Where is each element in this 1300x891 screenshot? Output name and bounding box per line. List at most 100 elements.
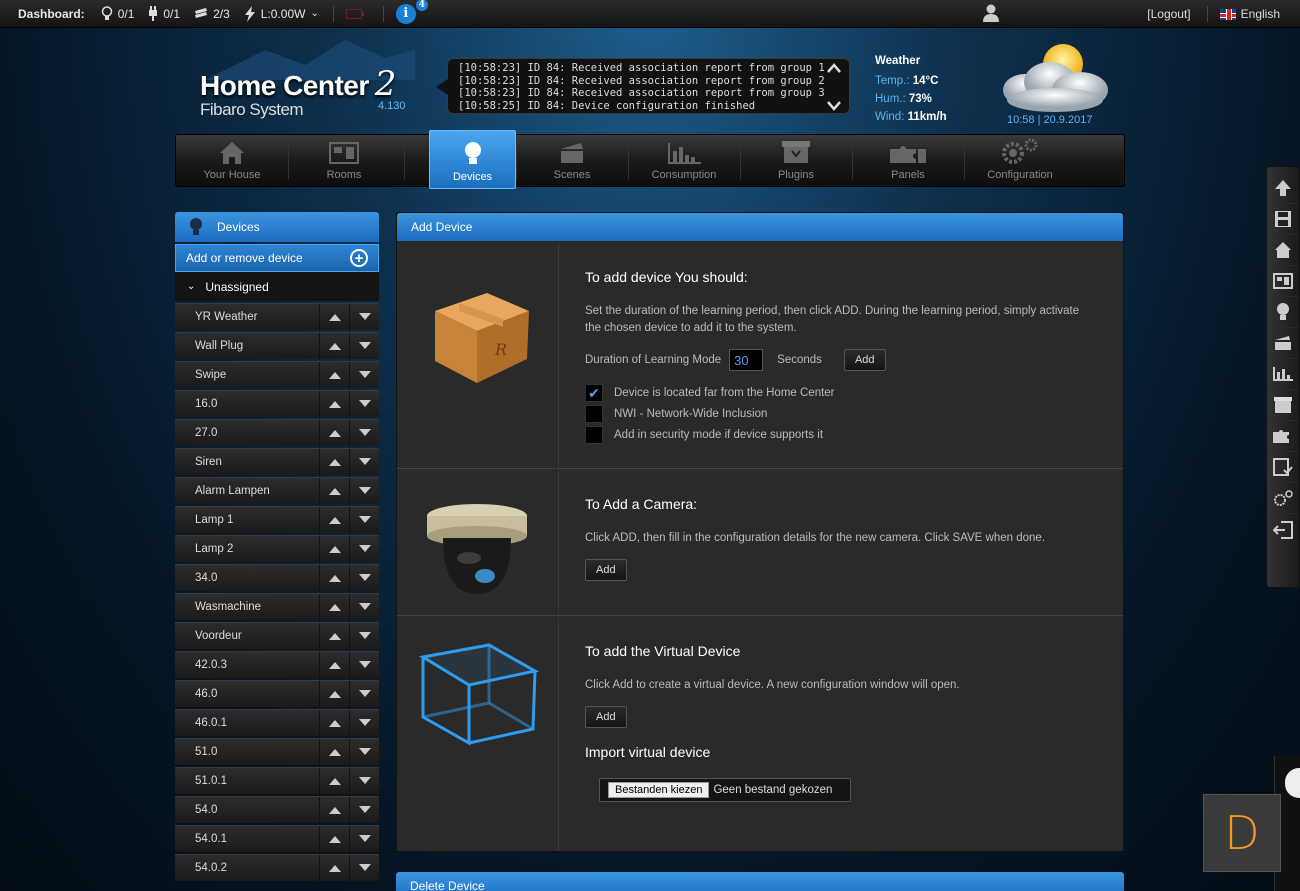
tab-rooms[interactable]: Rooms — [288, 135, 400, 186]
bulb-icon[interactable] — [1268, 297, 1298, 328]
device-list-item[interactable]: Swipe — [175, 361, 379, 389]
move-down-icon[interactable] — [349, 767, 379, 795]
plugs-status[interactable]: 0/1 — [148, 6, 180, 21]
move-up-icon[interactable] — [319, 564, 349, 592]
device-list-item[interactable]: Alarm Lampen — [175, 477, 379, 505]
move-up-icon[interactable] — [319, 477, 349, 505]
move-down-icon[interactable] — [349, 303, 379, 331]
checklist-icon[interactable] — [1268, 452, 1298, 483]
move-up-icon[interactable] — [319, 651, 349, 679]
move-down-icon[interactable] — [349, 448, 379, 476]
delete-device-panel-header[interactable]: Delete Device — [396, 872, 1124, 891]
option-far-from-hc[interactable]: ✔ Device is located far from the Home Ce… — [585, 383, 1085, 403]
add-virtual-device-button[interactable]: Add — [585, 706, 627, 728]
logout-icon[interactable] — [1268, 514, 1298, 545]
language-selector[interactable]: English — [1219, 7, 1280, 21]
logout-link[interactable]: [Logout] — [1147, 7, 1190, 21]
device-list-item[interactable]: YR Weather — [175, 303, 379, 331]
move-up-icon[interactable] — [319, 767, 349, 795]
device-list-item[interactable]: 27.0 — [175, 419, 379, 447]
device-list-item[interactable]: 54.0.1 — [175, 825, 379, 853]
add-camera-button[interactable]: Add — [585, 559, 627, 581]
move-down-icon[interactable] — [349, 680, 379, 708]
device-list-item[interactable]: 51.0.1 — [175, 767, 379, 795]
add-remove-device-button[interactable]: Add or remove device + — [175, 244, 379, 272]
move-down-icon[interactable] — [349, 506, 379, 534]
house-icon[interactable] — [1268, 235, 1298, 266]
move-down-icon[interactable] — [349, 332, 379, 360]
device-list-item[interactable]: Lamp 1 — [175, 506, 379, 534]
move-down-icon[interactable] — [349, 361, 379, 389]
move-down-icon[interactable] — [349, 738, 379, 766]
device-list-item[interactable]: 16.0 — [175, 390, 379, 418]
move-up-icon[interactable] — [319, 419, 349, 447]
arrow-up-icon[interactable] — [1268, 173, 1298, 204]
move-up-icon[interactable] — [319, 709, 349, 737]
device-list-item[interactable]: 54.0 — [175, 796, 379, 824]
move-up-icon[interactable] — [319, 593, 349, 621]
move-up-icon[interactable] — [319, 448, 349, 476]
rooms-icon[interactable] — [1268, 266, 1298, 297]
move-down-icon[interactable] — [349, 709, 379, 737]
tab-scenes[interactable]: Scenes — [516, 135, 628, 186]
move-up-icon[interactable] — [319, 303, 349, 331]
file-input[interactable]: Bestanden kiezen Geen bestand gekozen — [599, 778, 851, 802]
option-nwi[interactable]: NWI - Network-Wide Inclusion — [585, 404, 1085, 424]
move-up-icon[interactable] — [319, 796, 349, 824]
chevron-down-icon[interactable] — [827, 101, 841, 111]
move-down-icon[interactable] — [349, 419, 379, 447]
group-unassigned[interactable]: ⌄ Unassigned — [175, 272, 379, 301]
move-up-icon[interactable] — [319, 332, 349, 360]
move-up-icon[interactable] — [319, 622, 349, 650]
device-list-item[interactable]: Wasmachine — [175, 593, 379, 621]
tab-configuration[interactable]: Configuration — [964, 135, 1076, 186]
user-icon[interactable] — [983, 4, 999, 22]
move-down-icon[interactable] — [349, 593, 379, 621]
move-up-icon[interactable] — [319, 680, 349, 708]
device-list-item[interactable]: 51.0 — [175, 738, 379, 766]
move-down-icon[interactable] — [349, 825, 379, 853]
move-down-icon[interactable] — [349, 651, 379, 679]
blinds-status[interactable]: 2/3 — [194, 7, 230, 21]
checkbox[interactable] — [585, 426, 603, 444]
move-down-icon[interactable] — [349, 477, 379, 505]
choose-file-button[interactable]: Bestanden kiezen — [608, 782, 710, 798]
device-list-item[interactable]: 54.0.2 — [175, 854, 379, 882]
duration-input[interactable]: 30 — [729, 349, 764, 371]
puzzle-icon[interactable] — [1268, 421, 1298, 452]
move-up-icon[interactable] — [319, 506, 349, 534]
tab-panels[interactable]: Panels — [852, 135, 964, 186]
tab-devices-active[interactable]: Devices — [429, 130, 516, 189]
device-list-item[interactable]: 46.0.1 — [175, 709, 379, 737]
info-icon[interactable]: i4 — [395, 0, 428, 24]
device-list-item[interactable]: 42.0.3 — [175, 651, 379, 679]
device-list-item[interactable]: Wall Plug — [175, 332, 379, 360]
move-up-icon[interactable] — [319, 390, 349, 418]
checkbox-checked-icon[interactable]: ✔ — [585, 384, 603, 402]
move-down-icon[interactable] — [349, 564, 379, 592]
move-down-icon[interactable] — [349, 535, 379, 563]
device-list-item[interactable]: Voordeur — [175, 622, 379, 650]
lights-status[interactable]: 0/1 — [101, 6, 134, 21]
move-down-icon[interactable] — [349, 390, 379, 418]
save-icon[interactable] — [1268, 204, 1298, 235]
device-list-item[interactable]: 46.0 — [175, 680, 379, 708]
power-status[interactable]: L:0.00W ⌄ — [244, 5, 319, 22]
move-up-icon[interactable] — [319, 738, 349, 766]
device-list-item[interactable]: Lamp 2 — [175, 535, 379, 563]
checkbox[interactable] — [585, 405, 603, 423]
gears-icon[interactable] — [1268, 483, 1298, 514]
move-up-icon[interactable] — [319, 825, 349, 853]
tab-plugins[interactable]: Plugins — [740, 135, 852, 186]
option-security-mode[interactable]: Add in security mode if device supports … — [585, 425, 1085, 445]
box-icon[interactable] — [1268, 390, 1298, 421]
device-list-item[interactable]: Siren — [175, 448, 379, 476]
device-list-item[interactable]: 34.0 — [175, 564, 379, 592]
tab-consumption[interactable]: Consumption — [628, 135, 740, 186]
overlay-badge[interactable]: D — [1203, 794, 1281, 872]
move-down-icon[interactable] — [349, 796, 379, 824]
chart-icon[interactable] — [1268, 359, 1298, 390]
move-up-icon[interactable] — [319, 361, 349, 389]
move-up-icon[interactable] — [319, 535, 349, 563]
tab-your-house[interactable]: Your House — [176, 135, 288, 186]
